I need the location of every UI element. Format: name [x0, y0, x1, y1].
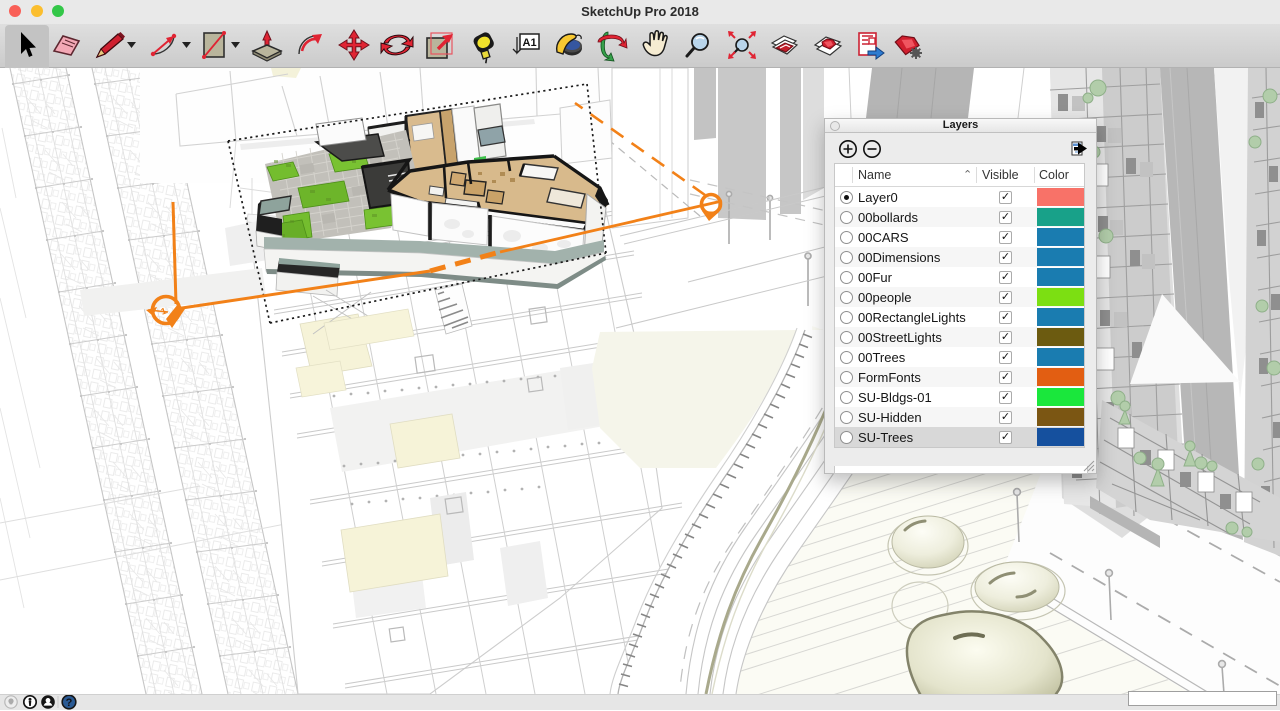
- svg-text:?: ?: [66, 697, 73, 709]
- svg-text:A1: A1: [523, 37, 537, 49]
